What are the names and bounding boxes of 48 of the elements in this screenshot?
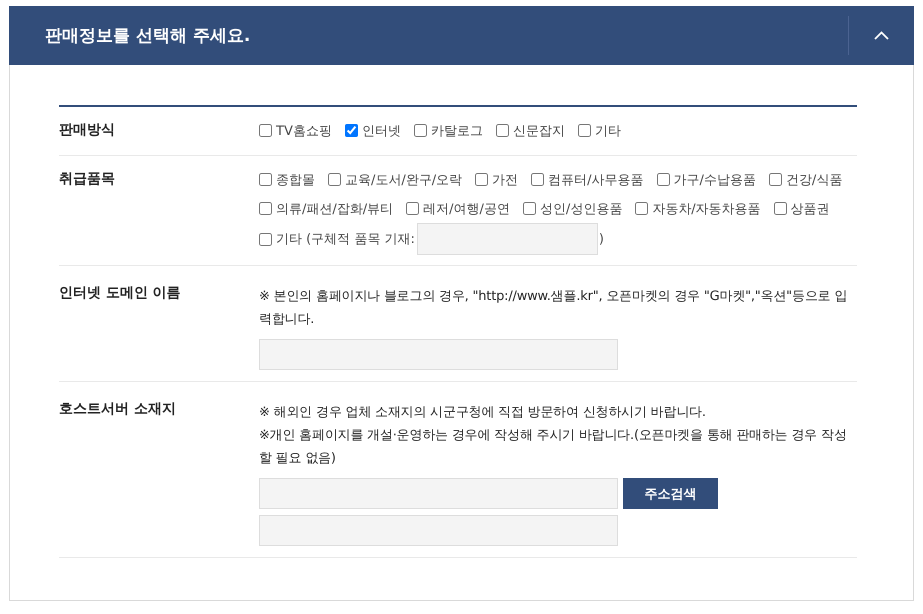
- checkbox[interactable]: [768, 173, 782, 186]
- address-input[interactable]: [259, 478, 618, 509]
- instruction-text: ※ 해외인 경우 업체 소재지의 시군구청에 직접 방문하여 신청하시기 바랍니다.: [259, 404, 707, 422]
- checkbox[interactable]: [414, 124, 427, 137]
- checkbox-label[interactable]: 성인/성인용품: [540, 200, 622, 218]
- instruction-text: ※개인 홈페이지를 개설·운영하는 경우에 작성해 주시기 바랍니다.(오픈마켓을 통해 판매하는 경우 작성할 필요 없음): [259, 427, 848, 468]
- checkbox[interactable]: [259, 232, 272, 246]
- checkbox-label[interactable]: 가전: [492, 170, 518, 188]
- field-label: 판매방식: [59, 121, 116, 140]
- checkbox-label[interactable]: 의류/패션/잡화/뷰티: [276, 200, 394, 218]
- checkbox-label[interactable]: 인터넷: [362, 122, 401, 140]
- checkbox-label[interactable]: 기타 (구체적 품목 기재:: [276, 230, 415, 248]
- checkbox[interactable]: [522, 202, 536, 215]
- checkbox[interactable]: [475, 173, 488, 186]
- checkbox[interactable]: [259, 202, 272, 215]
- text-input[interactable]: [416, 223, 598, 255]
- checkbox-label[interactable]: 자동차/자동차용품: [652, 200, 761, 218]
- checkbox[interactable]: [635, 202, 648, 215]
- checkbox-label[interactable]: 종합몰: [276, 170, 315, 188]
- checkbox[interactable]: [259, 124, 272, 137]
- checkbox[interactable]: [259, 173, 272, 186]
- checkbox-label[interactable]: 기타: [594, 122, 621, 140]
- checkbox-label[interactable]: 교육/도서/완구/오락: [345, 170, 462, 188]
- address-search-button[interactable]: 주소검색: [623, 478, 718, 509]
- paren-text: ): [598, 232, 604, 246]
- field-label: 호스트서버 소재지: [59, 400, 177, 419]
- checkbox[interactable]: [656, 173, 670, 186]
- checkbox[interactable]: [578, 124, 591, 137]
- checkbox[interactable]: [774, 202, 787, 215]
- checkbox-label[interactable]: 카탈로그: [430, 122, 483, 140]
- checkbox[interactable]: [406, 202, 420, 215]
- checkbox-label[interactable]: 신문잡지: [512, 122, 565, 140]
- checkbox[interactable]: [496, 124, 509, 137]
- field-label: 취급품목: [59, 170, 116, 189]
- checkbox[interactable]: [328, 173, 341, 186]
- checkbox-label[interactable]: 컴퓨터/사무용품: [548, 170, 644, 188]
- checkbox[interactable]: [531, 173, 544, 186]
- checkbox-label[interactable]: 상품권: [790, 200, 830, 218]
- text-input[interactable]: [259, 339, 618, 370]
- checkbox[interactable]: [344, 124, 358, 137]
- checkbox-label[interactable]: 건강/식품: [786, 170, 842, 188]
- checkbox-label[interactable]: 레저/여행/공연: [423, 200, 510, 218]
- checkbox-label[interactable]: TV홈쇼핑: [276, 122, 332, 140]
- checkbox-label[interactable]: 가구/수납용품: [674, 170, 756, 188]
- instruction-text: ※ 본인의 홈페이지나 블로그의 경우, "http://www.샘플.kr", 오픈마켓의 경우 "G마켓","옥션"등으로 입력합니다.: [259, 288, 848, 329]
- field-label: 인터넷 도메인 이름: [59, 284, 182, 303]
- address-detail-input[interactable]: [259, 515, 618, 546]
- panel-title: 판매정보를 선택해 주세요.: [45, 25, 252, 47]
